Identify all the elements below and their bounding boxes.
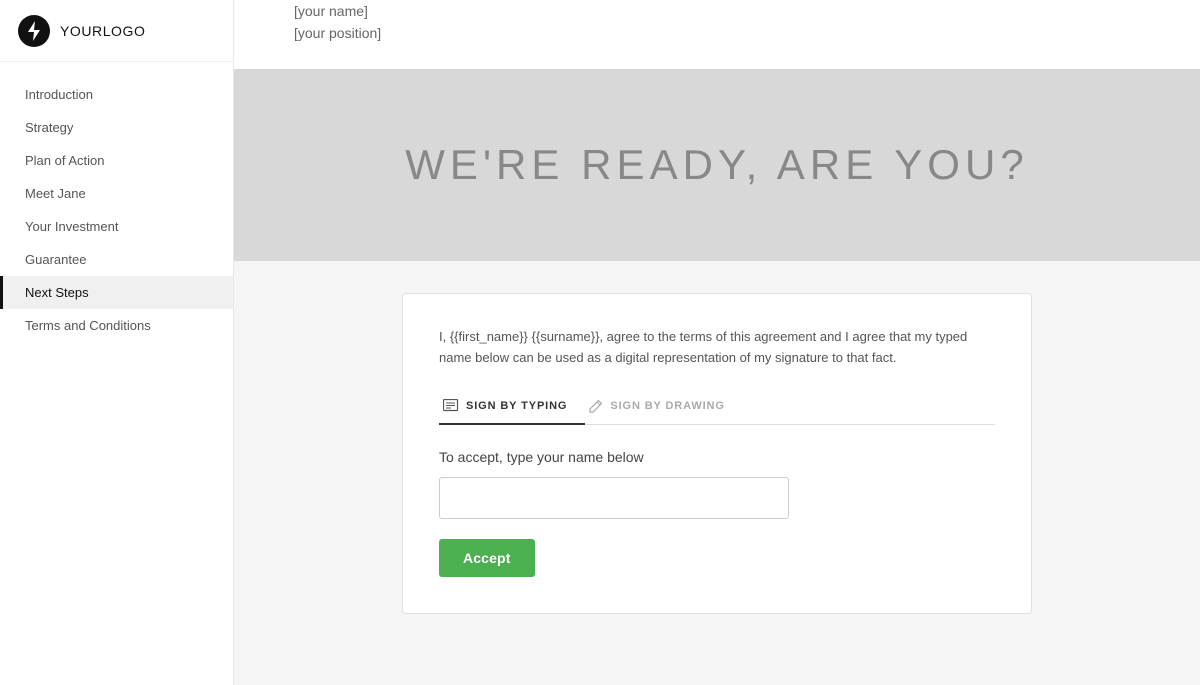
sidebar-item-terms-conditions[interactable]: Terms and Conditions xyxy=(0,309,233,342)
sidebar-item-guarantee[interactable]: Guarantee xyxy=(0,243,233,276)
agreement-text: I, {{first_name}} {{surname}}, agree to … xyxy=(439,326,995,369)
sidebar-item-next-steps[interactable]: Next Steps xyxy=(0,276,233,309)
accept-label: To accept, type your name below xyxy=(439,449,995,465)
card-area: I, {{first_name}} {{surname}}, agree to … xyxy=(234,261,1200,654)
sidebar-item-plan-of-action[interactable]: Plan of Action xyxy=(0,144,233,177)
sign-tabs: SIGN BY TYPING SIGN BY DRAWING xyxy=(439,391,995,425)
sidebar-item-meet-jane[interactable]: Meet Jane xyxy=(0,177,233,210)
hero-banner: WE'RE READY, ARE YOU? xyxy=(234,69,1200,261)
accept-button[interactable]: Accept xyxy=(439,539,535,577)
sidebar-item-introduction[interactable]: Introduction xyxy=(0,78,233,111)
tab-typing-label: SIGN BY TYPING xyxy=(466,400,567,412)
name-input[interactable] xyxy=(439,477,789,519)
tab-sign-by-drawing[interactable]: SIGN BY DRAWING xyxy=(585,391,742,425)
signature-card: I, {{first_name}} {{surname}}, agree to … xyxy=(402,293,1032,614)
main-content: [your name] [your position] WE'RE READY,… xyxy=(234,0,1200,685)
logo-icon xyxy=(18,15,50,47)
sidebar: YOURLOGO Introduction Strategy Plan of A… xyxy=(0,0,234,685)
tab-drawing-label: SIGN BY DRAWING xyxy=(610,400,724,412)
typing-icon xyxy=(443,399,459,413)
drawing-icon xyxy=(589,399,603,413)
tab-sign-by-typing[interactable]: SIGN BY TYPING xyxy=(439,391,585,425)
sidebar-item-strategy[interactable]: Strategy xyxy=(0,111,233,144)
hero-text: WE'RE READY, ARE YOU? xyxy=(405,141,1028,189)
logo-area: YOURLOGO xyxy=(0,0,233,62)
name-placeholder-text: [your name] xyxy=(294,0,1140,22)
nav-list: Introduction Strategy Plan of Action Mee… xyxy=(0,62,233,358)
position-placeholder-text: [your position] xyxy=(294,22,1140,44)
logo-text: YOURLOGO xyxy=(60,23,145,39)
sidebar-item-your-investment[interactable]: Your Investment xyxy=(0,210,233,243)
top-partial: [your name] [your position] xyxy=(234,0,1200,69)
